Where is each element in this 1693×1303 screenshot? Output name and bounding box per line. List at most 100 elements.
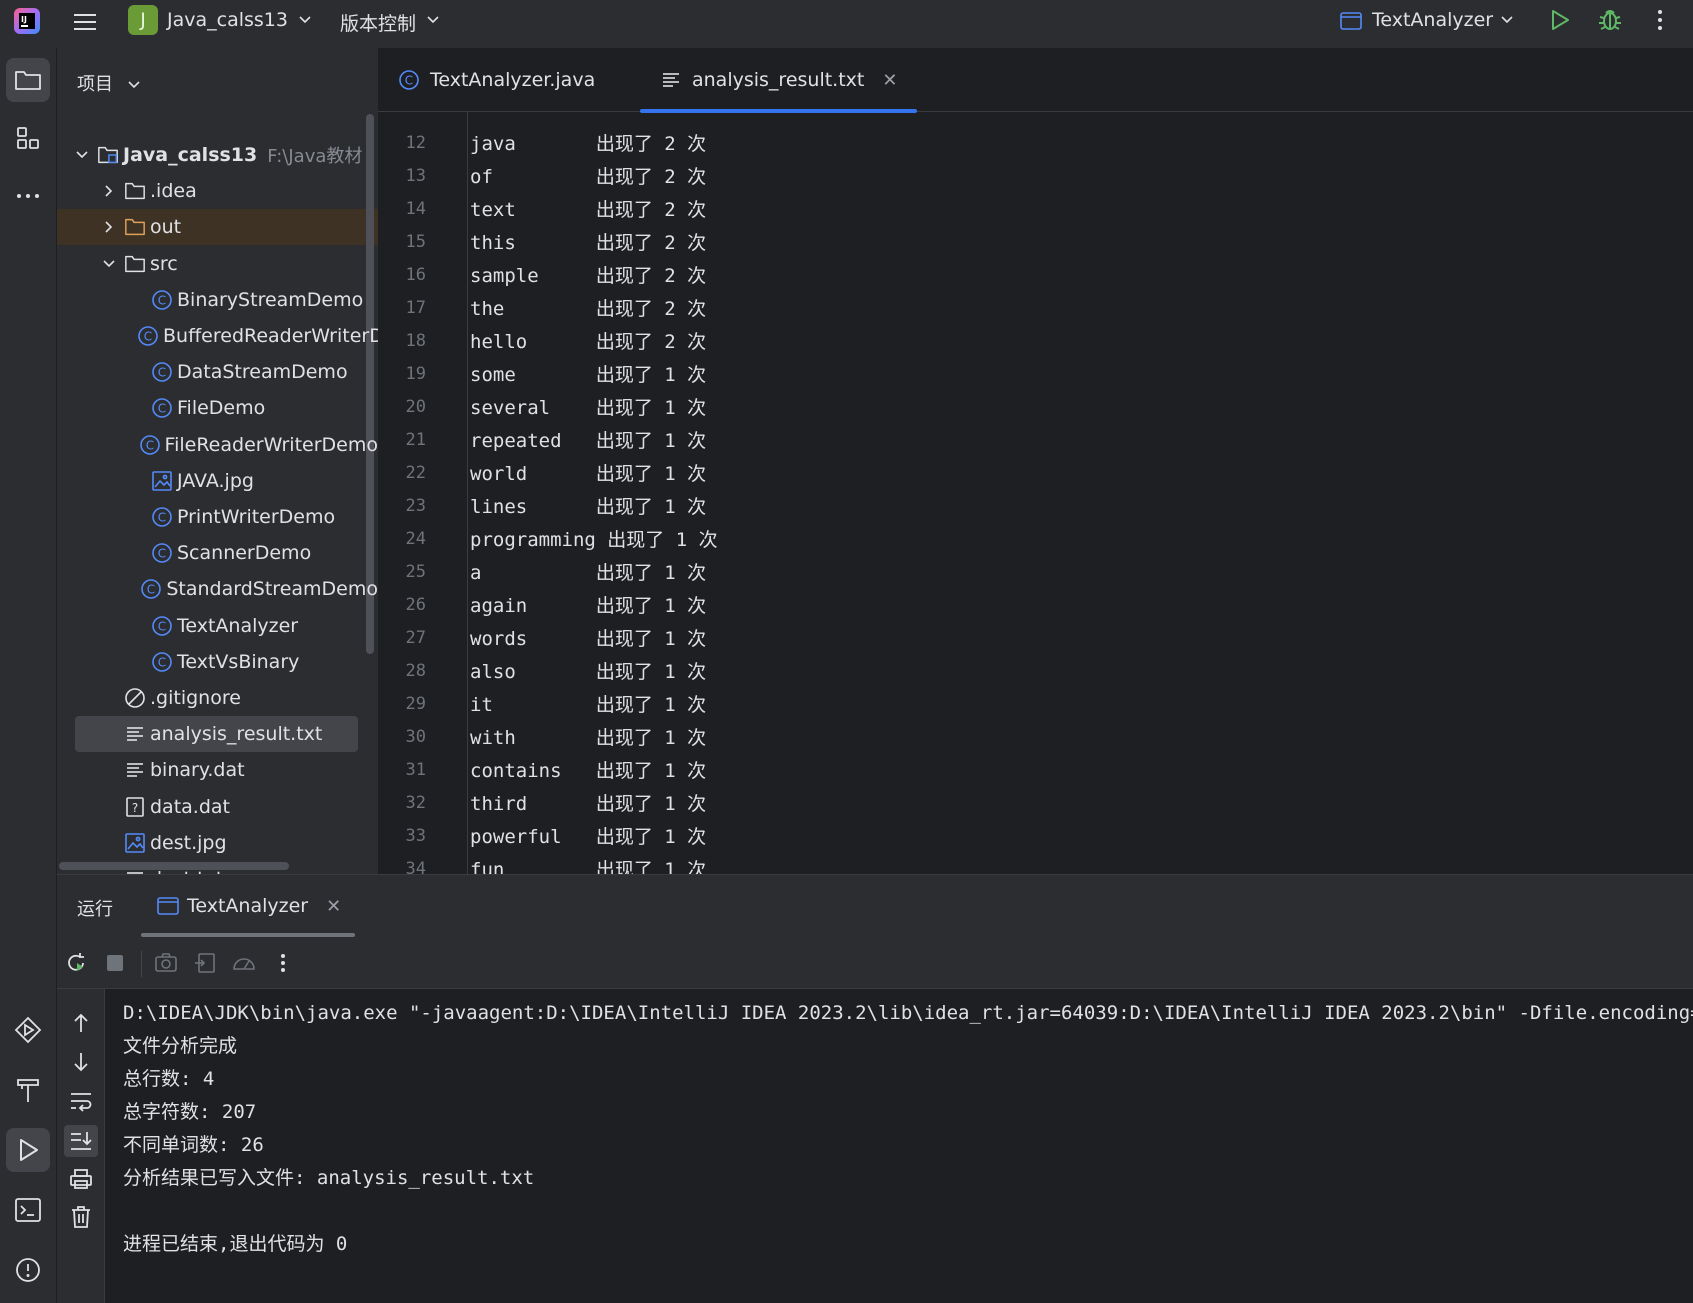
console-line: 总字符数: 207 [123,1101,257,1123]
tree-item-label: FileReaderWriterDemo [164,433,378,456]
debug-icon[interactable] [1596,6,1624,34]
tree-item-scannerdemo[interactable]: C ScannerDemo [57,535,378,571]
svg-text:C: C [158,547,166,561]
editor-area: C TextAnalyzer.java analysis_result.txt … [378,48,1693,874]
more-options-icon[interactable] [1650,7,1670,33]
tree-item-idea[interactable]: .idea [57,173,378,209]
main-menu-icon[interactable] [70,7,100,37]
console-line: 分析结果已写入文件: analysis_result.txt [123,1167,535,1189]
chevron-down-icon[interactable] [426,13,440,27]
run-config-selector[interactable]: TextAnalyzer [1372,9,1493,31]
more-tools-button[interactable] [6,174,50,218]
tree-item-textvsbinary[interactable]: C TextVsBinary [57,644,378,680]
line-number: 29 [405,693,426,714]
line-text: it 出现了 1 次 [470,694,707,716]
class-icon: C [151,397,173,419]
tree-item-label: .gitignore [150,687,241,709]
tree-item-standardstreamdemo[interactable]: C StandardStreamDemo [57,571,378,607]
run-tab-textanalyzer[interactable]: TextAnalyzer ✕ [157,875,341,937]
console-line: 文件分析完成 [123,1035,238,1057]
rerun-icon[interactable] [62,949,90,977]
svg-text:C: C [158,619,166,633]
chevron-right-icon[interactable] [102,184,116,198]
title-bar: IJ J Java_calss13 版本控制 TextAnalyzer [0,0,1693,48]
chevron-down-icon[interactable] [75,148,89,162]
restore-layout-icon[interactable] [191,949,219,977]
tree-item-textanalyzer[interactable]: C TextAnalyzer [57,608,378,644]
chevron-down-icon[interactable] [102,257,116,271]
profiler-icon[interactable] [230,949,258,977]
module-folder-icon [97,144,119,166]
tree-item-gitignore[interactable]: .gitignore [57,680,378,716]
tree-item-data-dat[interactable]: ? data.dat [57,789,378,825]
vertical-scrollbar[interactable] [366,114,374,654]
svg-text:C: C [144,330,152,344]
tree-item-dest-jpg[interactable]: dest.jpg [57,825,378,861]
tree-item-filedemo[interactable]: C FileDemo [57,390,378,426]
project-name[interactable]: Java_calss13 [167,9,288,31]
tree-root-path: F:\Java教材 [267,146,363,167]
tree-item-out[interactable]: out [57,209,378,246]
left-tool-strip [0,48,57,1303]
line-number: 27 [405,627,426,648]
close-icon[interactable]: ✕ [882,70,897,91]
structure-tool-button[interactable] [6,116,50,160]
camera-icon[interactable] [152,949,180,977]
tab-analysis-result-txt[interactable]: analysis_result.txt ✕ [640,48,918,113]
tree-item-binary-dat[interactable]: binary.dat [57,752,378,788]
tree-item-bufferedreaderwriterdemo[interactable]: C BufferedReaderWriterDemo [57,318,378,354]
chevron-right-icon[interactable] [102,220,116,234]
code-content[interactable]: 12 java 出现了 2 次 13 of 出现了 2 次 14 text 出现了 2 次… [378,112,1693,875]
line-text: powerful 出现了 1 次 [470,826,707,848]
chevron-down-icon[interactable] [1500,13,1514,27]
folder-icon [124,180,146,202]
line-text: sample 出现了 2 次 [470,265,707,287]
text-file-icon [124,868,146,874]
chevron-down-icon[interactable] [298,13,312,27]
project-tool-button[interactable] [6,58,50,102]
line-number: 12 [405,132,426,153]
console-output[interactable]: D:\IDEA\JDK\bin\java.exe "-javaagent:D:\… [57,989,1693,1303]
svg-text:IJ: IJ [21,15,27,24]
code-line: 27 words 出现了 1 次 [378,621,1693,654]
project-badge[interactable]: J [128,5,158,35]
tree-item-datastreamdemo[interactable]: C DataStreamDemo [57,354,378,390]
problems-tool-button[interactable] [6,1248,50,1292]
tree-item-label: TextAnalyzer [177,614,299,637]
more-options-icon[interactable] [269,949,297,977]
tree-item-label: JAVA.jpg [177,469,254,492]
tree-item-label: FileDemo [177,397,266,420]
stop-icon[interactable] [101,949,129,977]
line-text: a 出现了 1 次 [470,562,707,584]
run-icon[interactable] [1546,7,1572,33]
terminal-tool-button[interactable] [6,1188,50,1232]
tree-item-analysis-result-txt[interactable]: analysis_result.txt [57,716,378,753]
services-tool-button[interactable] [6,1008,50,1052]
line-number: 34 [405,858,426,875]
build-tool-button[interactable] [6,1068,50,1112]
tree-item-filereaderwriterdemo[interactable]: C FileReaderWriterDemo [57,427,378,463]
tree-item-label: binary.dat [150,759,245,782]
class-icon: C [151,289,173,311]
intellij-logo-icon[interactable]: IJ [12,6,42,36]
tree-item-binarystreamdemo[interactable]: C BinaryStreamDemo [57,282,378,318]
image-file-icon [124,832,146,854]
line-number: 20 [405,396,426,417]
line-text: some 出现了 1 次 [470,364,707,386]
tab-textanalyzer-java[interactable]: C TextAnalyzer.java [398,48,595,112]
terminal-icon [14,1197,42,1223]
code-line: 25 a 出现了 1 次 [378,555,1693,588]
tree-item-java-jpg[interactable]: JAVA.jpg [57,463,378,499]
tree-item-printwriterdemo[interactable]: C PrintWriterDemo [57,499,378,535]
code-line: 33 powerful 出现了 1 次 [378,819,1693,852]
run-tool-button[interactable] [6,1128,50,1172]
run-config-icon [1340,11,1362,31]
code-line: 26 again 出现了 1 次 [378,588,1693,621]
close-icon[interactable]: ✕ [326,896,341,917]
tree-item-label: analysis_result.txt [150,723,323,746]
tree-item-src[interactable]: src [57,246,378,282]
tree-root-java-calss13[interactable]: Java_calss13 F:\Java教材 [57,137,378,173]
vcs-menu[interactable]: 版本控制 [340,9,416,36]
